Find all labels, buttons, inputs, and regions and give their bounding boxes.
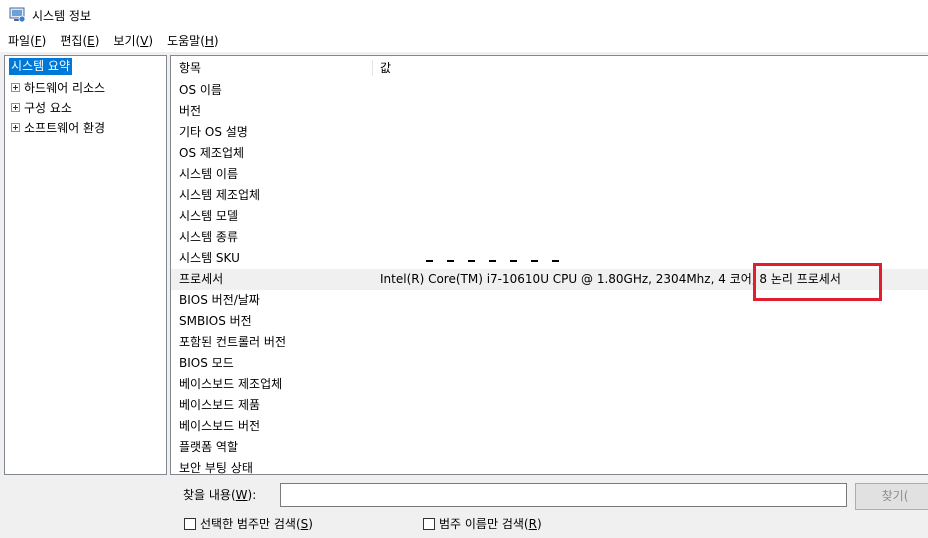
row-item: 기타 OS 설명 — [179, 125, 248, 139]
row-item: 보안 부팅 상태 — [179, 461, 253, 475]
table-row[interactable]: 프로세서 Intel(R) Core(TM) i7-10610U CPU @ 1.… — [171, 269, 928, 290]
menu-file[interactable]: 파일(F) — [0, 30, 52, 52]
row-item: 시스템 종류 — [179, 230, 239, 244]
window-title: 시스템 정보 — [32, 9, 92, 23]
row-item: 포함된 컨트롤러 버전 — [179, 335, 286, 349]
table-row[interactable]: 시스템 모델 — [171, 206, 928, 227]
row-item: OS 제조업체 — [179, 146, 245, 160]
search-selected-category-only[interactable]: 선택한 범주만 검색(S) — [184, 515, 313, 532]
row-item: 베이스보드 제품 — [179, 398, 261, 412]
checkbox-category-names[interactable] — [423, 517, 435, 530]
find-button[interactable]: 찾기( — [855, 483, 928, 510]
row-item: 플랫폼 역할 — [179, 440, 239, 454]
menu-view[interactable]: 보기(V) — [105, 30, 159, 52]
find-label: 찾을 내용(W): — [183, 488, 257, 502]
category-tree[interactable]: 시스템 요약 하드웨어 리소스 구성 요소 소프트웨어 환경 — [4, 55, 167, 475]
table-row[interactable]: 시스템 제조업체 — [171, 185, 928, 206]
table-row[interactable]: OS 제조업체 — [171, 143, 928, 164]
column-separator[interactable] — [372, 60, 373, 76]
table-row[interactable]: 플랫폼 역할 — [171, 437, 928, 458]
table-row[interactable]: 베이스보드 제품 — [171, 395, 928, 416]
details-list[interactable]: 항목 값 OS 이름버전기타 OS 설명 OS 제조업체시스템 이름시스템 제조업… — [170, 55, 928, 475]
table-row[interactable]: BIOS 모드 — [171, 353, 928, 374]
tree-item-system-summary[interactable]: 시스템 요약 — [7, 57, 74, 76]
row-item: BIOS 버전/날짜 — [179, 293, 260, 307]
row-item: 시스템 제조업체 — [179, 188, 261, 202]
search-category-names-only[interactable]: 범주 이름만 검색(R) — [423, 515, 542, 532]
table-row[interactable]: 포함된 컨트롤러 버전 — [171, 332, 928, 353]
row-item: 베이스보드 제조업체 — [179, 377, 283, 391]
row-item: 시스템 SKU — [179, 251, 240, 265]
row-item: 시스템 모델 — [179, 209, 239, 223]
system-info-app-icon — [9, 7, 26, 23]
obscured-text-marks — [426, 260, 586, 263]
table-row[interactable]: 베이스보드 제조업체 — [171, 374, 928, 395]
row-item: OS 이름 — [179, 83, 222, 97]
table-row[interactable]: 베이스보드 버전 — [171, 416, 928, 437]
row-item: 시스템 이름 — [179, 167, 239, 181]
column-header-value[interactable]: 값 — [380, 56, 391, 80]
row-item: BIOS 모드 — [179, 356, 234, 370]
row-item: 프로세서 — [179, 272, 224, 286]
expand-plus-icon[interactable] — [11, 122, 20, 132]
row-item: 버전 — [179, 104, 202, 118]
find-input[interactable] — [280, 483, 847, 507]
menu-bar: 파일(F) 편집(E) 보기(V) 도움말(H) — [0, 30, 928, 52]
menu-edit[interactable]: 편집(E) — [52, 30, 105, 52]
checkbox-selected-category[interactable] — [184, 517, 196, 530]
tree-item-hardware-resources[interactable]: 하드웨어 리소스 — [11, 77, 105, 97]
table-row[interactable]: 보안 부팅 상태 — [171, 458, 928, 475]
expand-plus-icon[interactable] — [11, 102, 20, 112]
menu-help[interactable]: 도움말(H) — [159, 30, 225, 52]
table-row[interactable]: 시스템 이름 — [171, 164, 928, 185]
tree-item-components[interactable]: 구성 요소 — [11, 97, 72, 117]
column-header-item[interactable]: 항목 — [179, 56, 201, 80]
table-row[interactable]: 버전 — [171, 101, 928, 122]
tree-item-software-environment[interactable]: 소프트웨어 환경 — [11, 117, 105, 137]
table-row[interactable]: 시스템 SKU — [171, 248, 928, 269]
row-item: 베이스보드 버전 — [179, 419, 261, 433]
table-row[interactable]: OS 이름 — [171, 80, 928, 101]
table-row[interactable]: BIOS 버전/날짜 — [171, 290, 928, 311]
table-row[interactable]: SMBIOS 버전 — [171, 311, 928, 332]
expand-plus-icon[interactable] — [11, 82, 20, 92]
title-bar: 시스템 정보 — [0, 0, 928, 30]
row-item: SMBIOS 버전 — [179, 314, 252, 328]
row-value: Intel(R) Core(TM) i7-10610U CPU @ 1.80GH… — [380, 272, 841, 286]
table-row[interactable]: 기타 OS 설명 — [171, 122, 928, 143]
table-row[interactable]: 시스템 종류 — [171, 227, 928, 248]
